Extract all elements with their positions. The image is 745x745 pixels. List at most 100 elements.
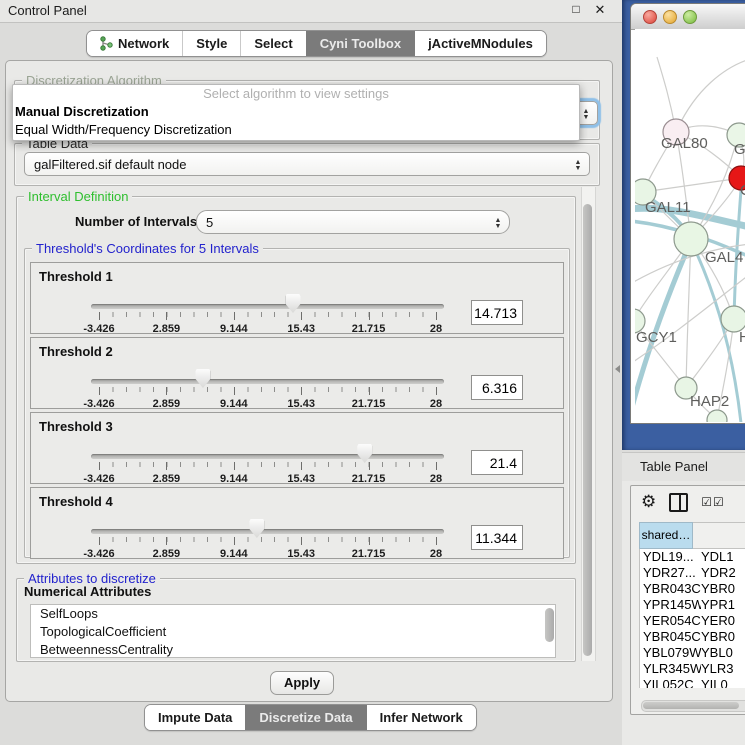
scale-label: -3.426 xyxy=(83,548,114,560)
attributes-scrollbar-thumb[interactable] xyxy=(545,608,554,642)
scale-label: 2.859 xyxy=(153,398,181,410)
table-header-row: shared… na xyxy=(639,522,745,549)
network-icon xyxy=(100,36,113,51)
tab-cyni-toolbox[interactable]: Cyni Toolbox xyxy=(306,31,414,56)
dropdown-option-equal-width-frequency[interactable]: Equal Width/Frequency Discretization xyxy=(13,121,579,139)
slider-track[interactable] xyxy=(91,379,444,384)
scale-label: -3.426 xyxy=(83,398,114,410)
node-label-cut-right-2: C xyxy=(740,182,745,199)
thresholds-group-title: Threshold's Coordinates for 5 Intervals xyxy=(32,241,263,256)
node-label-gal4: GAL4 xyxy=(705,249,743,266)
splitter-collapse-arrow[interactable] xyxy=(615,365,620,373)
scale-label: 28 xyxy=(430,398,442,410)
column-header-name[interactable]: na xyxy=(693,522,745,549)
table-data-combobox[interactable]: galFiltered.sif default node ▲▼ xyxy=(24,152,590,176)
tab-network[interactable]: Network xyxy=(87,31,182,56)
close-panel-icon[interactable]: ✕ xyxy=(592,2,608,18)
threshold-3-value-field[interactable]: 21.4 xyxy=(471,450,523,475)
node-label-gcy1: GCY1 xyxy=(636,329,677,346)
tab-label: jActiveMNodules xyxy=(428,36,533,51)
numerical-attributes-list: SelfLoops TopologicalCoefficient Between… xyxy=(30,604,556,658)
tab-discretize-data[interactable]: Discretize Data xyxy=(245,705,365,730)
scale-label: 9.144 xyxy=(220,398,248,410)
threshold-3-panel: Threshold 3 -3.426 2.859 9.144 15.43 21.… xyxy=(30,412,564,484)
float-panel-icon[interactable]: □ xyxy=(568,2,584,16)
scale-label: 21.715 xyxy=(352,398,386,410)
tab-impute-data[interactable]: Impute Data xyxy=(145,705,245,730)
network-canvas[interactable]: GAL80 GA C GAL11 GAL4 GCY1 H HAP2 xyxy=(635,29,745,422)
slider-ticks xyxy=(99,537,436,545)
threshold-2-slider[interactable]: -3.426 2.859 9.144 15.43 21.715 28 xyxy=(99,338,436,410)
threshold-4-slider[interactable]: -3.426 2.859 9.144 15.43 21.715 28 xyxy=(99,488,436,560)
slider-ticks xyxy=(99,312,436,320)
table-row[interactable]: YIL052CYIL0 xyxy=(640,677,745,688)
scale-label: 15.43 xyxy=(287,398,315,410)
split-columns-icon[interactable] xyxy=(669,493,688,512)
node-label-gal80: GAL80 xyxy=(661,135,708,152)
node-attribute-table: shared… na YDL19...YDL1 YDR27...YDR2 YBR… xyxy=(639,522,745,688)
list-item[interactable]: SelfLoops xyxy=(31,605,555,623)
threshold-2-value-field[interactable]: 6.316 xyxy=(471,375,523,400)
table-hscrollbar-track[interactable] xyxy=(641,700,745,712)
control-panel: Control Panel □ ✕ Network Style Select C… xyxy=(0,0,622,745)
threshold-1-slider[interactable]: -3.426 2.859 9.144 15.43 21.715 28 xyxy=(99,263,436,335)
close-window-button[interactable] xyxy=(643,10,657,24)
slider-thumb[interactable] xyxy=(286,294,301,313)
node-label-cut-right-3: H xyxy=(739,329,745,346)
slider-track[interactable] xyxy=(91,304,444,309)
minimize-window-button[interactable] xyxy=(663,10,677,24)
scale-label: 15.43 xyxy=(287,323,315,335)
threshold-1-panel: Threshold 1 -3.426 2.859 9.144 15.43 21.… xyxy=(30,262,564,334)
tab-label: Impute Data xyxy=(158,710,232,725)
slider-thumb[interactable] xyxy=(195,369,210,388)
dropdown-option-manual-discretization[interactable]: Manual Discretization xyxy=(13,103,579,121)
slider-ticks xyxy=(99,387,436,395)
scale-label: 2.859 xyxy=(153,548,181,560)
scale-label: -3.426 xyxy=(83,323,114,335)
scale-label: 2.859 xyxy=(153,323,181,335)
tab-infer-network[interactable]: Infer Network xyxy=(366,705,476,730)
settings-scrollbar-thumb[interactable] xyxy=(583,204,592,656)
tab-style[interactable]: Style xyxy=(182,31,240,56)
gear-icon[interactable]: ⚙ xyxy=(641,492,656,512)
threshold-4-value-field[interactable]: 11.344 xyxy=(471,525,523,550)
table-row[interactable]: YBL079WYBL0 xyxy=(640,645,745,661)
threshold-1-value-field[interactable]: 14.713 xyxy=(471,300,523,325)
table-row[interactable]: YDL19...YDL1 xyxy=(640,549,745,565)
slider-thumb[interactable] xyxy=(249,519,264,538)
table-row[interactable]: YDR27...YDR2 xyxy=(640,565,745,581)
list-item[interactable]: BetweennessCentrality xyxy=(31,641,555,658)
table-panel-titlebar: Table Panel xyxy=(622,452,745,482)
table-row[interactable]: YBR045CYBR0 xyxy=(640,629,745,645)
tab-label: Infer Network xyxy=(380,710,463,725)
table-row[interactable]: YER054CYER0 xyxy=(640,613,745,629)
tab-select[interactable]: Select xyxy=(240,31,305,56)
apply-button[interactable]: Apply xyxy=(270,671,334,695)
slider-track[interactable] xyxy=(91,454,444,459)
select-columns-checkboxes-icon[interactable]: ☑☑ xyxy=(701,495,725,509)
list-item[interactable]: TopologicalCoefficient xyxy=(31,623,555,641)
stepper-icon: ▲▼ xyxy=(573,155,583,175)
table-row[interactable]: YLR345WYLR3 xyxy=(640,661,745,677)
node-bottom[interactable] xyxy=(707,410,727,422)
panel-title: Control Panel xyxy=(8,3,87,18)
threshold-3-slider[interactable]: -3.426 2.859 9.144 15.43 21.715 28 xyxy=(99,413,436,485)
column-header-shared-name[interactable]: shared… xyxy=(639,522,693,549)
dropdown-option-placeholder[interactable]: Select algorithm to view settings xyxy=(13,85,579,103)
scale-label: 2.859 xyxy=(153,473,181,485)
scale-label: 15.43 xyxy=(287,548,315,560)
table-row[interactable]: YPR145WYPR1 xyxy=(640,597,745,613)
stepper-icon: ▲▼ xyxy=(581,104,591,124)
number-of-intervals-value: 5 xyxy=(206,215,213,230)
scale-label: 9.144 xyxy=(220,323,248,335)
control-panel-titlebar: Control Panel □ ✕ xyxy=(0,0,622,23)
scale-label: 9.144 xyxy=(220,473,248,485)
tab-jactivemnodules[interactable]: jActiveMNodules xyxy=(414,31,546,56)
table-hscrollbar-thumb[interactable] xyxy=(643,702,739,709)
node-gal4[interactable] xyxy=(674,222,708,256)
zoom-window-button[interactable] xyxy=(683,10,697,24)
slider-track[interactable] xyxy=(91,529,444,534)
number-of-intervals-combobox[interactable]: 5 ▲▼ xyxy=(196,210,510,234)
table-row[interactable]: YBR043CYBR0 xyxy=(640,581,745,597)
slider-thumb[interactable] xyxy=(357,444,372,463)
